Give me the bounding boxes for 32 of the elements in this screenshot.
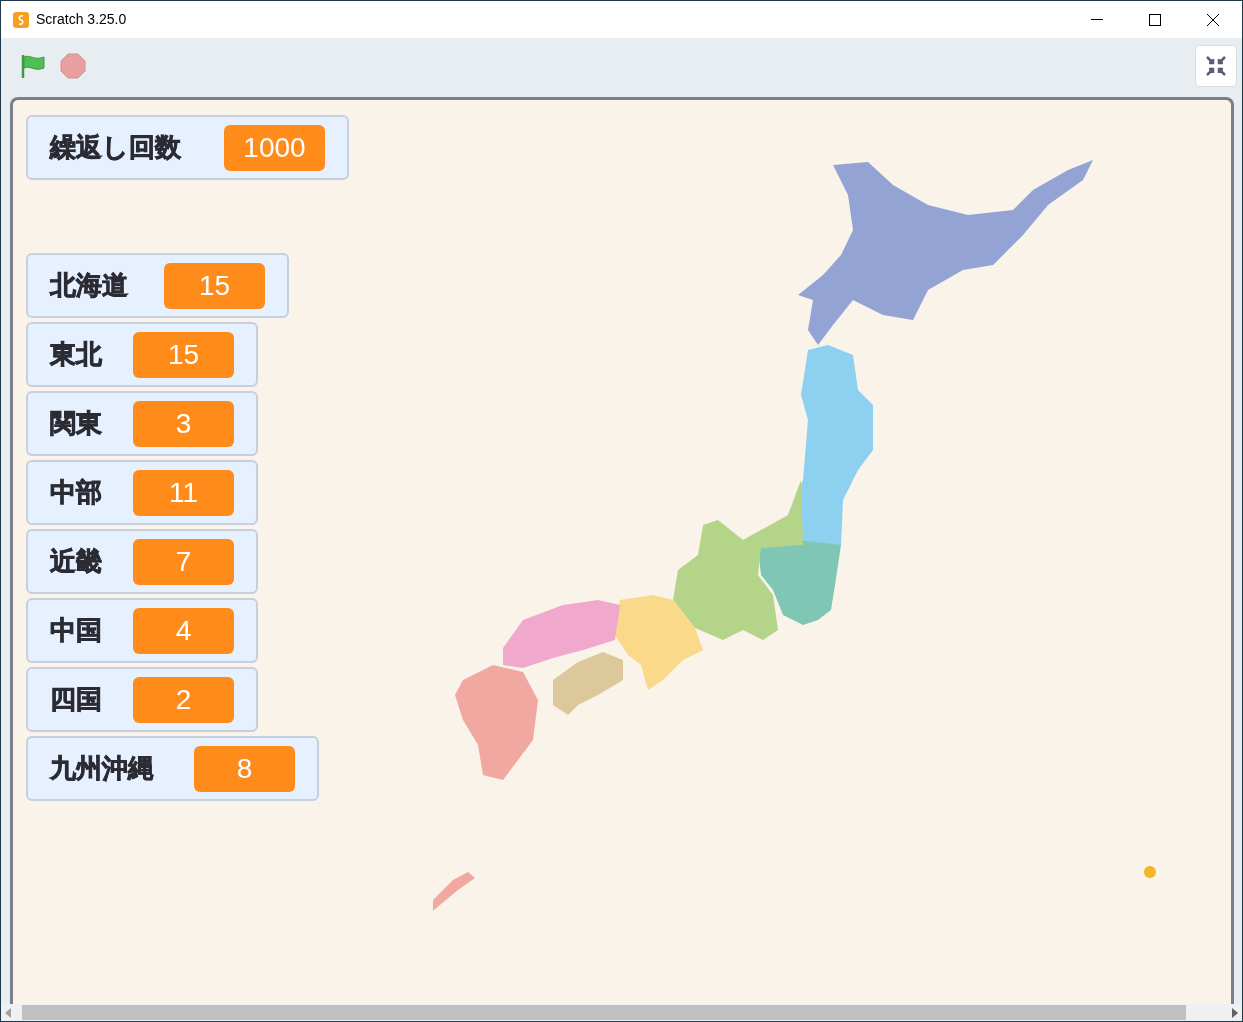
monitor-label: 四国 [50, 683, 102, 716]
run-flag-button[interactable] [19, 52, 47, 80]
monitor-value: 1000 [224, 124, 325, 171]
close-icon [1207, 13, 1219, 26]
monitor-label: 九州沖縄 [50, 752, 154, 785]
window-title: Scratch 3.25.0 [36, 10, 127, 29]
flag-icon [20, 53, 46, 79]
monitor-label: 東北 [50, 338, 102, 371]
monitor-label: 近畿 [50, 545, 102, 578]
monitor-value: 15 [133, 331, 234, 378]
shrink-icon [1206, 56, 1226, 76]
scroll-right-icon[interactable] [1231, 1007, 1239, 1018]
monitor-label: 繰返し回数 [50, 131, 181, 164]
scroll-left-icon[interactable] [4, 1007, 12, 1018]
monitor-label: 中部 [50, 476, 102, 509]
app-logo-icon [12, 10, 30, 29]
minimize-icon [1091, 18, 1103, 21]
exit-fullscreen-button[interactable] [1195, 45, 1237, 87]
monitor-value: 7 [133, 538, 234, 585]
maximize-icon [1149, 13, 1161, 26]
stop-button[interactable] [59, 52, 87, 80]
ball-sprite [1144, 866, 1156, 878]
stop-icon [60, 53, 86, 79]
monitor-value: 11 [133, 469, 234, 516]
monitor-value: 4 [133, 607, 234, 654]
monitor-label: 関東 [50, 407, 102, 440]
monitor-value: 2 [133, 676, 234, 723]
monitor-value: 8 [194, 745, 295, 792]
monitor-value: 3 [133, 400, 234, 447]
monitor-label: 北海道 [50, 269, 128, 302]
monitor-label: 中国 [50, 614, 102, 647]
monitor-value: 15 [164, 262, 265, 309]
